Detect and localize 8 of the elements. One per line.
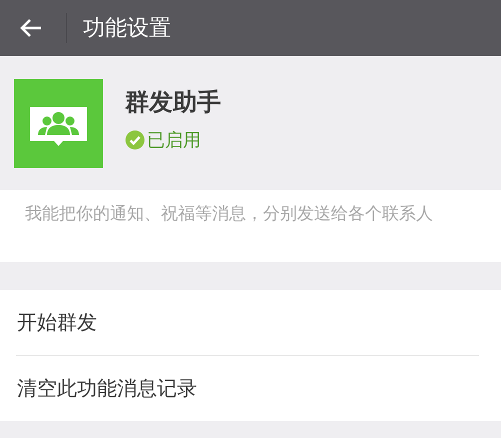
feature-name: 群发助手: [125, 87, 221, 118]
feature-description: 我能把你的通知、祝福等消息，分别发送给各个联系人: [25, 203, 434, 226]
group-chat-icon: [14, 78, 103, 168]
menu-item[interactable]: 开始群发: [0, 290, 501, 355]
back-arrow-icon: [19, 18, 43, 38]
page-title: 功能设置: [83, 15, 171, 43]
menu-item[interactable]: 清空此功能消息记录: [0, 356, 501, 421]
status-text: 已启用: [147, 129, 201, 152]
